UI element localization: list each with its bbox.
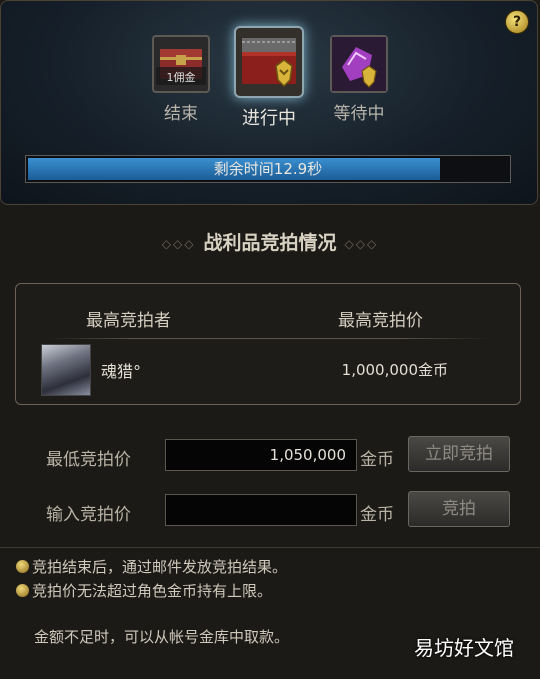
input-bid-unit: 金币 <box>360 505 394 525</box>
stage-waiting: 等待中 <box>327 35 391 124</box>
note-item: 金额不足时，可以从帐号金库中取款。 <box>34 628 290 646</box>
watermark: 易坊好文馆 <box>414 636 514 660</box>
notes-panel: 竞拍结束后，通过邮件发放竞拍结果。 竞拍价无法超过角色金币持有上限。 金额不足时… <box>0 547 540 679</box>
time-remaining-text: 剩余时间12.9秒 <box>213 160 323 178</box>
stage-label: 等待中 <box>333 104 385 124</box>
ornament-left: ◇◇◇ <box>161 237 196 251</box>
purple-gem-icon <box>330 35 388 93</box>
min-bid-unit: 金币 <box>360 450 394 470</box>
bullet-icon <box>16 584 29 597</box>
min-bid-label: 最低竞拍价 <box>46 450 131 470</box>
bid-amount-input[interactable] <box>165 494 357 526</box>
highest-bid-amount: 1,000,000金币 <box>341 361 448 379</box>
note-item: 竞拍结束后，通过邮件发放竞拍结果。 <box>16 556 287 577</box>
avatar <box>41 344 91 396</box>
treasure-chest-icon: 1佣金 <box>152 35 210 93</box>
section-title-text: 战利品竞拍情况 <box>203 232 337 254</box>
instant-bid-button[interactable]: 立即竞拍 <box>408 436 510 472</box>
stage-label: 进行中 <box>242 108 296 129</box>
stage-in-progress: 进行中 <box>232 26 306 130</box>
help-button[interactable]: ? <box>505 10 529 34</box>
highest-bid-box: 最高竞拍者 最高竞拍价 魂猎° 1,000,000金币 <box>15 283 521 405</box>
time-remaining-bar: 剩余时间12.9秒 <box>25 155 511 183</box>
auction-status-panel: ? 1佣金 结束 进行中 等待中 剩余时间12.9秒 <box>0 0 538 205</box>
input-bid-label: 输入竞拍价 <box>46 505 131 525</box>
divider <box>46 338 490 339</box>
question-mark-icon: ? <box>512 14 522 30</box>
column-header-price: 最高竞拍价 <box>338 311 423 331</box>
min-bid-value: 1,050,000 <box>165 439 357 471</box>
bid-button[interactable]: 竞拍 <box>408 491 510 527</box>
section-title: ◇◇◇ 战利品竞拍情况 ◇◇◇ <box>0 228 540 255</box>
armor-chest-icon <box>234 26 304 98</box>
highest-bidder-name: 魂猎° <box>101 362 142 381</box>
svg-text:1佣金: 1佣金 <box>167 70 196 84</box>
column-header-bidder: 最高竞拍者 <box>86 311 171 331</box>
ornament-right: ◇◇◇ <box>344 237 379 251</box>
stage-label: 结束 <box>164 104 198 124</box>
stage-ended: 1佣金 结束 <box>149 35 213 124</box>
note-item: 竞拍价无法超过角色金币持有上限。 <box>16 580 272 601</box>
bullet-icon <box>16 560 29 573</box>
